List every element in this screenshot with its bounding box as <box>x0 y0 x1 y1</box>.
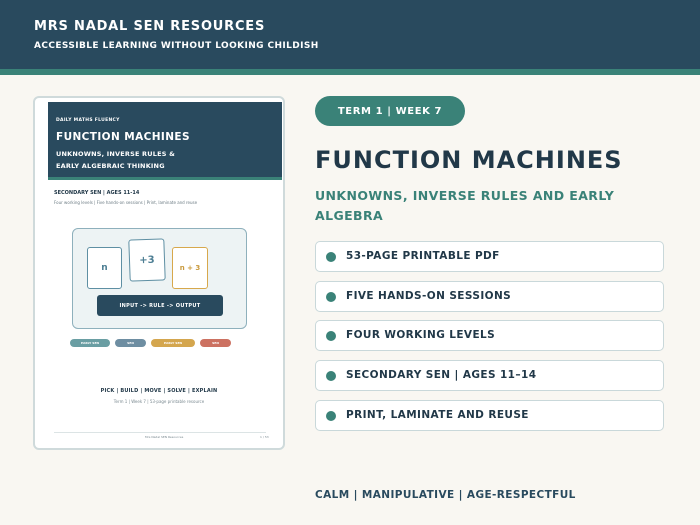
feature-item: SECONDARY SEN | AGES 11–14 <box>315 360 664 391</box>
cover-meta: Term 1 | Week 7 | 53-page printable reso… <box>113 399 205 404</box>
cover-audience: SECONDARY SEN | AGES 11-14 <box>54 190 140 196</box>
cover-divider <box>54 432 266 433</box>
machine-label-bar: INPUT -> RULE -> OUTPUT <box>97 295 223 316</box>
bullet-dot-icon <box>326 371 336 381</box>
level-pill: EARLY SEN <box>70 339 110 347</box>
feature-label: PRINT, LAMINATE AND REUSE <box>346 409 529 421</box>
cover-detail: Four working levels | Five hands-on sess… <box>54 200 198 205</box>
brand-header: MRS NADAL SEN RESOURCES ACCESSIBLE LEARN… <box>0 0 700 69</box>
level-pill: SEN <box>115 339 146 347</box>
card-output-n-plus-three: n + 3 <box>172 247 208 289</box>
feature-item: 53-PAGE PRINTABLE PDF <box>315 241 664 272</box>
cover-actions: PICK | BUILD | MOVE | SOLVE | EXPLAIN <box>100 388 218 394</box>
level-pill: SEN <box>200 339 231 347</box>
footer-tagline: CALM | MANIPULATIVE | AGE-RESPECTFUL <box>315 489 576 501</box>
bullet-dot-icon <box>326 252 336 262</box>
brand-name: MRS NADAL SEN RESOURCES <box>34 19 266 34</box>
feature-label: FIVE HANDS-ON SESSIONS <box>346 290 512 302</box>
cover-subtitle-line-1: UNKNOWNS, INVERSE RULES & <box>56 150 175 158</box>
cover-page-number: 1 / 53 <box>260 435 269 439</box>
card-rule-plus-three: +3 <box>128 238 166 282</box>
feature-label: FOUR WORKING LEVELS <box>346 329 496 341</box>
function-machine-illustration: n +3 n + 3 INPUT -> RULE -> OUTPUT <box>72 228 247 329</box>
bullet-dot-icon <box>326 331 336 341</box>
page-subtitle: UNKNOWNS, INVERSE RULES AND EARLY ALGEBR… <box>315 188 615 223</box>
header-accent-stripe <box>0 69 700 75</box>
bullet-dot-icon <box>326 292 336 302</box>
level-pill: EARLY SEN <box>151 339 195 347</box>
cover-footer: Mrs Nadal SEN Resources <box>145 435 184 439</box>
feature-item: PRINT, LAMINATE AND REUSE <box>315 400 664 431</box>
cover-subtitle: UNKNOWNS, INVERSE RULES & EARLY ALGEBRAI… <box>56 148 175 172</box>
cover-preview: DAILY MATHS FLUENCY FUNCTION MACHINES UN… <box>33 96 285 450</box>
cover-subtitle-line-2: EARLY ALGEBRAIC THINKING <box>56 162 165 170</box>
feature-label: 53-PAGE PRINTABLE PDF <box>346 250 500 262</box>
feature-item: FOUR WORKING LEVELS <box>315 320 664 351</box>
card-input-n: n <box>87 247 122 289</box>
brand-tagline: ACCESSIBLE LEARNING WITHOUT LOOKING CHIL… <box>34 41 319 51</box>
bullet-dot-icon <box>326 411 336 421</box>
cover-title: FUNCTION MACHINES <box>56 131 190 143</box>
feature-item: FIVE HANDS-ON SESSIONS <box>315 281 664 312</box>
feature-label: SECONDARY SEN | AGES 11–14 <box>346 369 537 381</box>
cover-kicker: DAILY MATHS FLUENCY <box>56 118 120 123</box>
cover-header-stripe <box>48 177 282 180</box>
cover-header: DAILY MATHS FLUENCY FUNCTION MACHINES UN… <box>48 102 282 177</box>
page-title: FUNCTION MACHINES <box>315 146 623 174</box>
term-week-badge: TERM 1 | WEEK 7 <box>315 96 465 126</box>
